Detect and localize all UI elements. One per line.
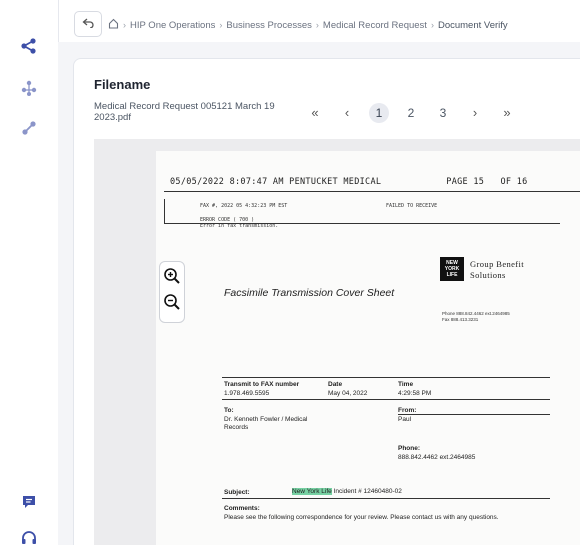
cover-sheet-title: Facsimile Transmission Cover Sheet [224, 287, 395, 299]
transmit-label: Transmit to FAX number [224, 381, 300, 388]
highlighted-text: New York Life [292, 488, 332, 495]
transmit-value: 1.978.469.5595 [224, 390, 270, 397]
back-arrow-icon [82, 15, 94, 33]
link-icon[interactable] [19, 118, 39, 138]
from-value: Paul [398, 416, 412, 423]
last-page-button[interactable]: » [491, 103, 523, 123]
divider [222, 498, 550, 499]
fax-status: FAILED TO RECEIVE [386, 203, 438, 209]
page-button-2[interactable]: 2 [395, 103, 427, 123]
company-name-line1: Group Benefit [470, 259, 525, 269]
phone-value: 888.842.4462 ext.2464985 [398, 454, 476, 461]
chevron-right-icon: › [430, 20, 434, 30]
first-page-button[interactable]: « [299, 103, 331, 123]
time-label: Time [398, 381, 414, 388]
document-page: 05/05/2022 8:07:47 AM PENTUCKET MEDICAL … [156, 151, 580, 545]
fax-line: FAX #, 2022 05 4:32:23 PM EST [200, 203, 288, 209]
comments-value: Please see the following correspondence … [224, 514, 499, 521]
document-card: Filename Medical Record Request 005121 M… [73, 58, 580, 545]
breadcrumb-item-medical-record-request[interactable]: Medical Record Request [323, 20, 427, 31]
divider [222, 377, 550, 378]
time-value: 4:29:58 PM [398, 390, 432, 397]
zoom-out-button[interactable] [162, 293, 182, 316]
chevron-right-icon: › [219, 20, 223, 30]
breadcrumb-item-document-verify: Document Verify [437, 19, 508, 31]
breadcrumb-item-operations[interactable]: HIP One Operations [130, 20, 215, 31]
company-name-line2: Solutions [470, 270, 506, 280]
date-label: Date [328, 381, 343, 388]
left-rail [0, 0, 59, 545]
fax-header: 05/05/2022 8:07:47 AM PENTUCKET MEDICAL … [170, 177, 528, 187]
document-viewer[interactable]: 05/05/2022 8:07:47 AM PENTUCKET MEDICAL … [94, 139, 580, 545]
from-label: From: [398, 407, 417, 414]
next-page-button[interactable]: › [459, 103, 491, 123]
to-label: To: [224, 407, 234, 414]
to-value-line2: Records [224, 424, 249, 431]
subject-rest: Incident # 12460480-02 [331, 488, 402, 495]
zoom-in-button[interactable] [162, 267, 182, 290]
pagination: « ‹ 1 2 3 › » [299, 103, 523, 123]
new-york-life-logo: NEW YORK LIFE [440, 257, 464, 281]
divider [164, 191, 580, 192]
company-name: Group Benefit Solutions [470, 259, 524, 281]
fax-error-message: Error in fax transmission. [200, 223, 279, 229]
prev-page-button[interactable]: ‹ [331, 103, 363, 123]
breadcrumb-item-business-processes[interactable]: Business Processes [226, 20, 312, 31]
to-value-line1: Dr. Kenneth Fowler / Medical [224, 416, 308, 423]
zoom-in-icon [163, 267, 181, 290]
company-fax: Fax 888.413.3231 [442, 317, 479, 322]
subject-label: Subject: [224, 489, 250, 496]
filename-value: Medical Record Request 005121 March 19 2… [94, 101, 275, 123]
company-contact: Phone 888.842.4462 ext.2464985 Fax 888.4… [442, 311, 510, 323]
chat-icon[interactable] [19, 492, 39, 512]
divider [398, 414, 550, 415]
page-button-1[interactable]: 1 [369, 103, 389, 123]
chevron-right-icon: › [123, 20, 126, 30]
page-button-3[interactable]: 3 [427, 103, 459, 123]
chevron-right-icon: › [315, 20, 319, 30]
top-bar: › HIP One Operations › Business Processe… [58, 8, 580, 43]
comments-label: Comments: [224, 505, 260, 512]
subject-value: New York Life Incident # 12460480-02 [292, 488, 402, 496]
nodes-icon[interactable] [19, 78, 39, 98]
headset-icon[interactable] [19, 528, 39, 548]
phone-label: Phone: [398, 445, 421, 452]
divider [222, 399, 550, 400]
breadcrumb: › HIP One Operations › Business Processe… [108, 18, 508, 32]
share-icon[interactable] [19, 36, 39, 56]
home-icon[interactable] [108, 18, 119, 32]
date-value: May 04, 2022 [328, 390, 368, 397]
filename-heading: Filename [94, 77, 151, 92]
fax-error-text: ERROR CODE ( 700 ) Error in fax transmis… [200, 217, 278, 229]
back-button[interactable] [74, 11, 102, 37]
zoom-out-icon [163, 293, 181, 316]
zoom-controls [159, 261, 185, 323]
